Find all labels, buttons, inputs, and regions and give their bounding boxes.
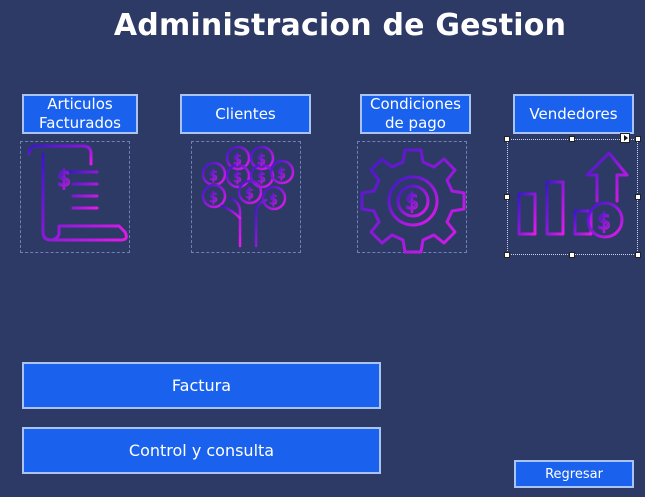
svg-text:$: $ bbox=[233, 170, 242, 186]
money-gear-icon[interactable]: $ bbox=[357, 141, 467, 254]
resize-handle-right[interactable] bbox=[635, 194, 641, 200]
svg-text:$: $ bbox=[269, 192, 278, 208]
resize-handle-bottom-right[interactable] bbox=[635, 252, 641, 258]
resize-handle-top-left[interactable] bbox=[504, 136, 510, 142]
svg-text:$: $ bbox=[257, 170, 266, 186]
factura-button[interactable]: Factura bbox=[22, 362, 381, 409]
resize-handle-left[interactable] bbox=[504, 194, 510, 200]
resize-handle-bottom[interactable] bbox=[569, 252, 575, 258]
condiciones-de-pago-label: Condiciones de pago bbox=[370, 95, 461, 132]
vendedores-button[interactable]: Vendedores bbox=[513, 94, 634, 134]
svg-text:$: $ bbox=[257, 152, 266, 168]
selection-frame bbox=[507, 139, 638, 255]
resize-handle-top[interactable] bbox=[569, 136, 575, 142]
svg-text:$: $ bbox=[245, 186, 254, 202]
articulos-facturados-button[interactable]: Articulos Facturados bbox=[22, 94, 138, 134]
regresar-button[interactable]: Regresar bbox=[514, 460, 634, 488]
clientes-label: Clientes bbox=[215, 104, 276, 123]
condiciones-de-pago-button[interactable]: Condiciones de pago bbox=[360, 94, 471, 134]
layout-options-icon[interactable] bbox=[620, 133, 630, 143]
resize-handle-top-right[interactable] bbox=[635, 136, 641, 142]
svg-text:$: $ bbox=[277, 166, 286, 182]
svg-text:$: $ bbox=[209, 190, 218, 206]
svg-text:$: $ bbox=[233, 152, 242, 168]
page-title: Administracion de Gestion bbox=[113, 8, 567, 43]
svg-text:$: $ bbox=[57, 167, 71, 192]
svg-text:$: $ bbox=[405, 190, 419, 215]
money-tree-icon[interactable]: $ $ $ $ $ $ $ $ $ bbox=[191, 141, 301, 253]
svg-text:$: $ bbox=[209, 168, 218, 184]
vendedores-label: Vendedores bbox=[529, 104, 618, 123]
clientes-button[interactable]: Clientes bbox=[180, 94, 311, 134]
control-y-consulta-button[interactable]: Control y consulta bbox=[22, 427, 381, 474]
invoice-scroll-icon[interactable]: $ bbox=[20, 141, 130, 253]
resize-handle-bottom-left[interactable] bbox=[504, 252, 510, 258]
articulos-facturados-label: Articulos Facturados bbox=[39, 95, 121, 132]
